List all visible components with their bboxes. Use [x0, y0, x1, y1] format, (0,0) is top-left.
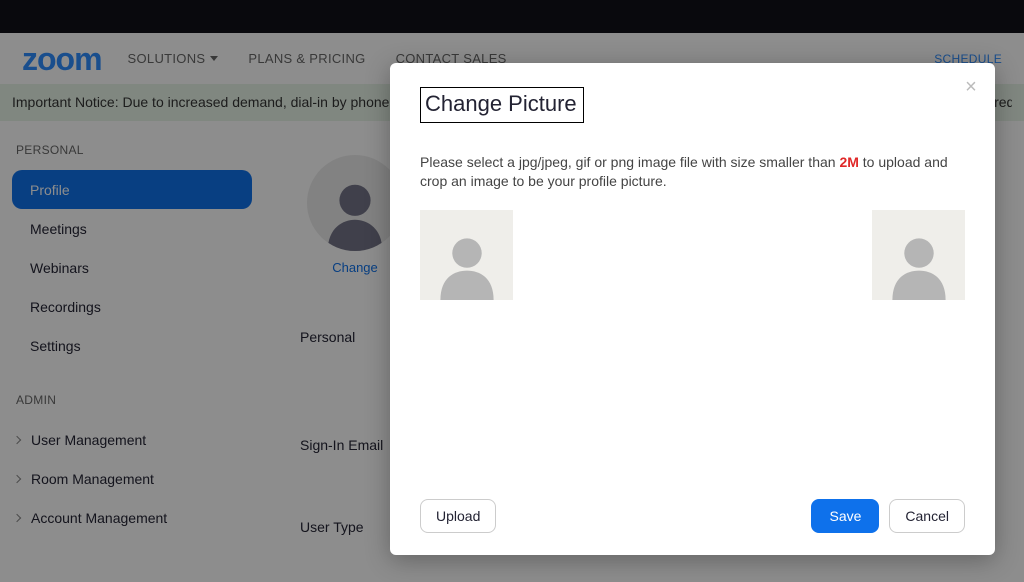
modal-title: Change Picture [420, 87, 584, 123]
person-icon [432, 230, 502, 300]
save-button[interactable]: Save [811, 499, 879, 533]
change-picture-modal: × Change Picture Please select a jpg/jpe… [390, 63, 995, 555]
modal-description: Please select a jpg/jpeg, gif or png ima… [420, 153, 965, 192]
preview-small [872, 210, 965, 300]
upload-button[interactable]: Upload [420, 499, 496, 533]
cancel-button[interactable]: Cancel [889, 499, 965, 533]
person-icon [884, 230, 954, 300]
preview-large [420, 210, 513, 300]
modal-footer: Upload Save Cancel [420, 499, 965, 533]
preview-row [420, 210, 965, 300]
close-icon[interactable]: × [961, 77, 981, 97]
